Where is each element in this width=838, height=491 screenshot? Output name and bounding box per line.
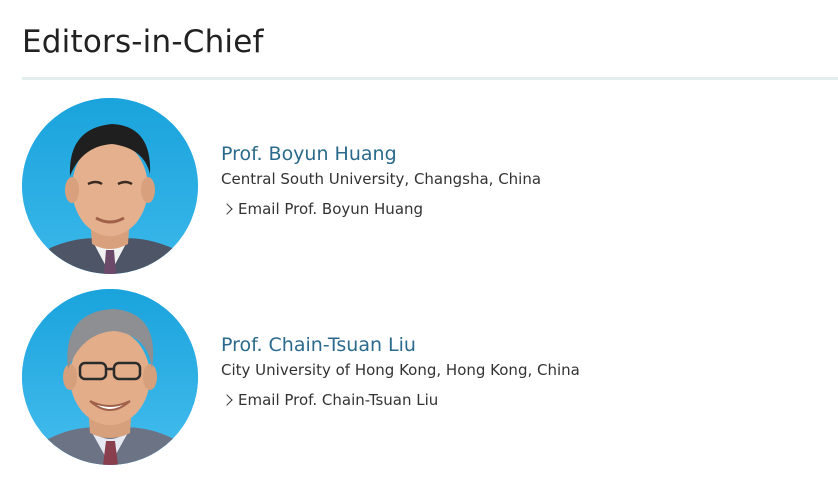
email-link-label: Email Prof. Chain-Tsuan Liu (238, 391, 439, 409)
email-editor-link[interactable]: Email Prof. Boyun Huang (221, 199, 541, 219)
editor-photo (22, 289, 198, 465)
chevron-right-icon (221, 203, 233, 215)
editor-name-link[interactable]: Prof. Boyun Huang (221, 142, 541, 166)
email-link-label: Email Prof. Boyun Huang (238, 200, 424, 218)
chevron-right-icon (221, 394, 233, 406)
editor-name-link[interactable]: Prof. Chain-Tsuan Liu (221, 333, 580, 357)
section-title: Editors-in-Chief (22, 24, 264, 60)
email-editor-link[interactable]: Email Prof. Chain-Tsuan Liu (221, 390, 580, 410)
editor-affiliation: City University of Hong Kong, Hong Kong,… (221, 361, 580, 379)
title-divider (22, 77, 838, 80)
editor-card: Prof. Boyun Huang Central South Universi… (22, 98, 838, 278)
editor-card: Prof. Chain-Tsuan Liu City University of… (22, 289, 838, 469)
editor-photo (22, 98, 198, 274)
editor-affiliation: Central South University, Changsha, Chin… (221, 170, 542, 188)
